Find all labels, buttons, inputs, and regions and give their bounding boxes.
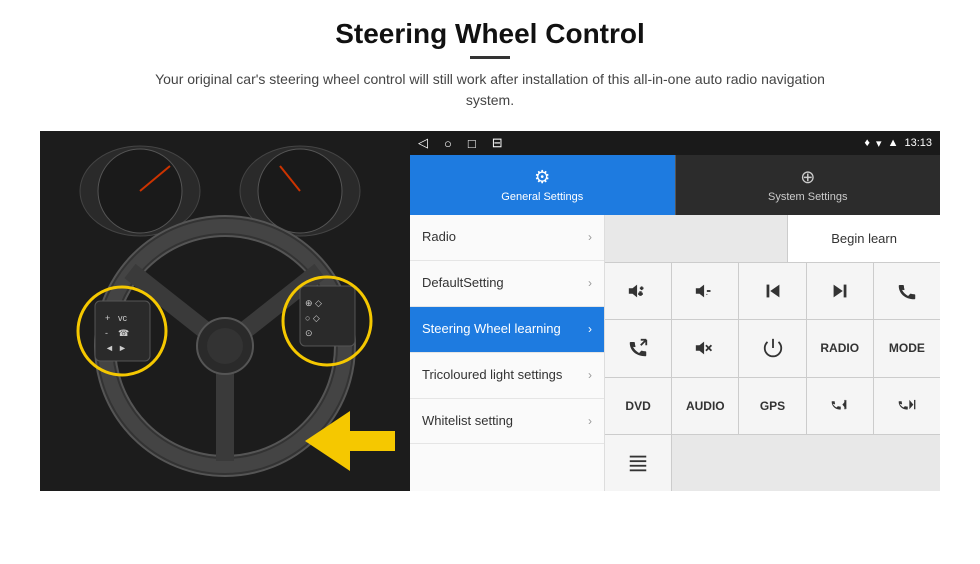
svg-text:-: - — [105, 328, 108, 338]
tab-general-label: General Settings — [501, 191, 583, 203]
steering-wheel-image: + vc - ☎ ◄ ► ⊕ ◇ ○ ◇ ⊙ — [40, 131, 410, 491]
svg-text:-: - — [706, 292, 708, 298]
menu-item-steering-label: Steering Wheel learning — [422, 321, 561, 338]
arrow-icon: › — [588, 322, 592, 336]
svg-text:+: + — [105, 313, 110, 323]
svg-text:◄: ◄ — [105, 343, 114, 353]
signal-icon: ▾ — [876, 137, 882, 150]
svg-text:+: + — [639, 292, 642, 298]
status-bar: ◁ ○ □ ⊟ ♦ ▾ ▲ 13:13 — [410, 131, 940, 155]
tab-system-settings[interactable]: ⊕ System Settings — [675, 155, 941, 215]
empty-cell — [605, 215, 788, 262]
list-button[interactable] — [605, 435, 672, 491]
begin-learn-button[interactable]: Begin learn — [788, 215, 940, 262]
menu-item-tricoloured-label: Tricoloured light settings — [422, 367, 562, 384]
tab-general-settings[interactable]: ⚙ General Settings — [410, 155, 675, 215]
page-container: Steering Wheel Control Your original car… — [0, 0, 980, 564]
power-button[interactable] — [739, 320, 806, 376]
mute-button[interactable] — [672, 320, 739, 376]
menu-item-steering-wheel[interactable]: Steering Wheel learning › — [410, 307, 604, 353]
svg-text:vc: vc — [118, 313, 128, 323]
phone-button[interactable] — [874, 263, 940, 319]
menu-item-whitelist[interactable]: Whitelist setting › — [410, 399, 604, 445]
empty-cell-2 — [672, 435, 940, 491]
page-title: Steering Wheel Control — [140, 18, 840, 50]
grid-row-1: + - — [605, 263, 940, 320]
content-area: + vc - ☎ ◄ ► ⊕ ◇ ○ ◇ ⊙ — [40, 131, 940, 491]
wifi-icon: ▲ — [888, 137, 899, 149]
menu-item-default-setting[interactable]: DefaultSetting › — [410, 261, 604, 307]
system-settings-icon: ⊕ — [800, 167, 815, 188]
nav-icons: ◁ ○ □ ⊟ — [418, 135, 503, 151]
phone-prev-button[interactable] — [807, 378, 874, 434]
title-divider — [470, 56, 510, 59]
menu-item-radio[interactable]: Radio › — [410, 215, 604, 261]
controls-panel: Begin learn + — [605, 215, 940, 491]
grid-row-3: DVD AUDIO GPS — [605, 378, 940, 435]
svg-text:⊕ ◇: ⊕ ◇ — [305, 298, 322, 308]
arrow-icon: › — [588, 230, 592, 244]
prev-track-button[interactable] — [739, 263, 806, 319]
radio-row: Begin learn — [605, 215, 940, 263]
arrow-icon: › — [588, 368, 592, 382]
tab-bar: ⚙ General Settings ⊕ System Settings — [410, 155, 940, 215]
clock: 13:13 — [904, 137, 932, 149]
android-ui: ◁ ○ □ ⊟ ♦ ▾ ▲ 13:13 ⚙ General Settings — [410, 131, 940, 491]
controls-grid: + - — [605, 263, 940, 491]
menu-list: Radio › DefaultSetting › Steering Wheel … — [410, 215, 605, 491]
menu-item-whitelist-label: Whitelist setting — [422, 413, 513, 430]
arrow-icon: › — [588, 414, 592, 428]
back-icon[interactable]: ◁ — [418, 135, 428, 151]
page-subtitle: Your original car's steering wheel contr… — [140, 69, 840, 111]
svg-text:☎: ☎ — [118, 328, 129, 338]
answer-call-button[interactable] — [605, 320, 672, 376]
location-icon: ♦ — [864, 137, 870, 149]
grid-row-4 — [605, 435, 940, 491]
menu-item-default-label: DefaultSetting — [422, 275, 504, 292]
title-section: Steering Wheel Control Your original car… — [140, 18, 840, 123]
radio-button[interactable]: RADIO — [807, 320, 874, 376]
menu-item-tricoloured[interactable]: Tricoloured light settings › — [410, 353, 604, 399]
home-icon[interactable]: ○ — [444, 136, 452, 151]
vol-down-button[interactable]: - — [672, 263, 739, 319]
menu-item-radio-label: Radio — [422, 229, 456, 246]
audio-button[interactable]: AUDIO — [672, 378, 739, 434]
vol-up-button[interactable]: + — [605, 263, 672, 319]
svg-text:○ ◇: ○ ◇ — [305, 313, 320, 323]
phone-next-button[interactable] — [874, 378, 940, 434]
next-track-button[interactable] — [807, 263, 874, 319]
mode-button[interactable]: MODE — [874, 320, 940, 376]
arrow-icon: › — [588, 276, 592, 290]
grid-row-2: RADIO MODE — [605, 320, 940, 377]
tab-system-label: System Settings — [768, 191, 847, 203]
svg-text:⊙: ⊙ — [305, 328, 313, 338]
recents-icon[interactable]: □ — [468, 136, 476, 151]
menu-icon[interactable]: ⊟ — [492, 135, 503, 151]
general-settings-icon: ⚙ — [534, 167, 550, 188]
svg-text:►: ► — [118, 343, 127, 353]
main-panel: Radio › DefaultSetting › Steering Wheel … — [410, 215, 940, 491]
dvd-button[interactable]: DVD — [605, 378, 672, 434]
status-info: ♦ ▾ ▲ 13:13 — [864, 137, 932, 150]
gps-button[interactable]: GPS — [739, 378, 806, 434]
